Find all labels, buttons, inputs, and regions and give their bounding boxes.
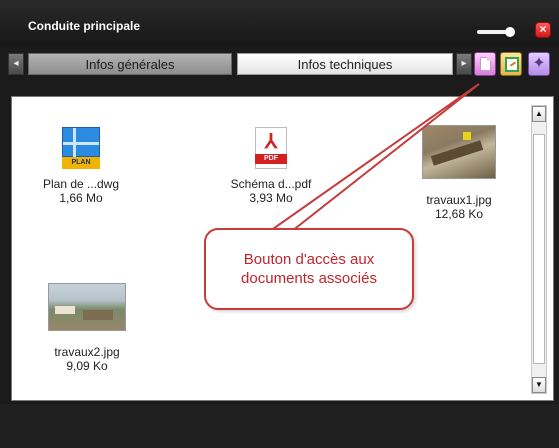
plan-file-icon: PLAN — [62, 127, 100, 169]
navigation-button[interactable]: ✦ — [528, 52, 550, 76]
title-bar: Conduite principale × — [0, 0, 559, 46]
plan-icon-label: PLAN — [62, 157, 100, 169]
file-name: travaux2.jpg — [54, 345, 120, 359]
chevron-left-icon: ◂ — [13, 58, 19, 69]
file-name: travaux1.jpg — [426, 193, 492, 207]
file-size: 1,66 Mo — [59, 191, 103, 205]
arrow-down-icon: ▼ — [535, 380, 543, 389]
tab-infos-generales[interactable]: Infos générales — [28, 53, 232, 75]
vertical-scrollbar[interactable]: ▲ ▼ — [531, 105, 547, 394]
file-name: Plan de ...dwg — [42, 177, 120, 191]
scrollbar-thumb[interactable] — [533, 134, 545, 364]
file-size: 12,68 Ko — [434, 207, 484, 221]
file-item-schema[interactable]: ⅄ PDF Schéma d...pdf 3,93 Mo — [226, 127, 316, 205]
close-button[interactable]: × — [535, 22, 551, 38]
callout-text-line2: documents associés — [241, 270, 377, 287]
scroll-down-button[interactable]: ▼ — [532, 377, 546, 393]
file-item-plan[interactable]: PLAN Plan de ...dwg 1,66 Mo — [41, 127, 121, 205]
minimize-button[interactable] — [477, 27, 515, 37]
navigation-icon: ✦ — [532, 55, 546, 72]
file-item-travaux1[interactable]: travaux1.jpg 12,68 Ko — [412, 125, 506, 221]
edit-button[interactable] — [500, 52, 522, 76]
arrow-up-icon: ▲ — [535, 109, 543, 118]
tab-infos-techniques[interactable]: Infos techniques — [237, 53, 453, 75]
document-icon — [480, 57, 491, 71]
close-icon: × — [539, 22, 547, 36]
file-item-travaux2[interactable]: travaux2.jpg 9,09 Ko — [47, 283, 127, 373]
footer-bar — [0, 404, 559, 448]
callout-text-line1: Bouton d'accès aux — [243, 251, 375, 268]
pdf-icon-label: PDF — [255, 154, 287, 164]
file-name: Schéma d...pdf — [230, 177, 312, 191]
file-size: 3,93 Mo — [249, 191, 293, 205]
chevron-right-icon: ▸ — [461, 58, 467, 69]
window-title: Conduite principale — [28, 19, 141, 33]
image-thumbnail — [48, 283, 126, 331]
edit-icon — [505, 57, 519, 72]
app-window: Conduite principale × ◂ Infos générales … — [0, 0, 559, 448]
scroll-up-button[interactable]: ▲ — [532, 106, 546, 122]
associated-documents-button[interactable] — [474, 52, 496, 76]
scroll-tabs-left-button[interactable]: ◂ — [8, 53, 24, 75]
minimize-icon — [505, 27, 515, 37]
file-size: 9,09 Ko — [66, 359, 108, 373]
scroll-tabs-right-button[interactable]: ▸ — [456, 53, 472, 75]
tab-bar: ◂ Infos générales Infos techniques ▸ ✦ — [0, 48, 559, 80]
image-thumbnail — [422, 125, 496, 179]
annotation-callout: Bouton d'accès aux documents associés — [204, 228, 414, 310]
pdf-file-icon: ⅄ PDF — [255, 127, 287, 169]
